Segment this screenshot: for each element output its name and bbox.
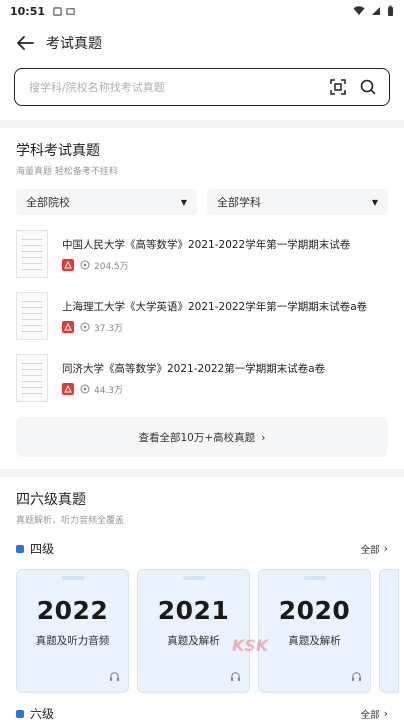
level4-all-label: 全部 xyxy=(360,544,380,556)
cet4-cards: 2022 真题及听力音频 2021 真题及解析 2020 真题及解析 xyxy=(16,569,399,693)
eye-icon xyxy=(80,384,90,394)
pdf-icon xyxy=(62,383,74,395)
paper-title: 上海理工大学《大学英语》2021-2022学年第一学期期末试卷a卷 xyxy=(62,300,368,313)
level6-all-label: 全部 xyxy=(360,709,380,720)
arrow-left-icon xyxy=(17,36,34,50)
paper-list: 中国人民大学《高等数学》2021-2022学年第一学期期末试卷 204.5万 上… xyxy=(16,223,388,409)
chevron-right-icon: › xyxy=(383,707,388,720)
paper-title: 中国人民大学《高等数学》2021-2022学年第一学期期末试卷 xyxy=(62,238,351,251)
paper-thumbnail xyxy=(16,354,48,402)
section-title: 学科考试真题 xyxy=(16,143,100,159)
status-time: 10:51 xyxy=(10,4,46,18)
search-icon xyxy=(360,79,376,95)
chevron-right-icon: › xyxy=(383,542,388,555)
chevron-right-icon: › xyxy=(261,430,266,444)
caret-down-icon: ▼ xyxy=(371,197,378,207)
card-year: 2022 xyxy=(36,596,109,625)
level-dot-icon xyxy=(16,544,24,553)
app-header: 考试真题 xyxy=(0,22,404,64)
paper-title: 同济大学《高等数学》2021-2022第一学期期末试卷a卷 xyxy=(62,362,326,375)
school-filter-label: 全部院校 xyxy=(26,196,70,209)
subject-filter-label: 全部学科 xyxy=(217,196,261,209)
level4-title: 四级 xyxy=(30,542,55,556)
search-box xyxy=(14,68,390,106)
eye-icon xyxy=(80,322,90,332)
school-filter-dropdown[interactable]: 全部院校 ▼ xyxy=(16,189,197,215)
caret-down-icon: ▼ xyxy=(180,197,187,207)
card-label: 真题及听力音频 xyxy=(35,635,110,647)
level6-header: 六级 全部 › xyxy=(16,705,388,720)
level6-title: 六级 xyxy=(30,707,55,720)
section-title: 四六级真题 xyxy=(16,492,86,508)
notification-icon xyxy=(53,6,62,16)
level-dot-icon xyxy=(16,709,24,718)
headphones-icon xyxy=(351,667,362,686)
paper-item[interactable]: 上海理工大学《大学英语》2021-2022学年第一学期期末试卷a卷 37.3万 xyxy=(16,285,388,347)
search-container xyxy=(0,64,404,120)
level4-all-link[interactable]: 全部 › xyxy=(361,542,388,556)
exam-year-card[interactable]: 2020 真题及解析 xyxy=(258,569,371,693)
paper-item[interactable]: 同济大学《高等数学》2021-2022第一学期期末试卷a卷 44.3万 xyxy=(16,347,388,409)
card-year: 2020 xyxy=(278,596,351,625)
subject-papers-section: 学科考试真题 海量真题 轻松备考不挂科 全部院校 ▼ 全部学科 ▼ 中国人民大学… xyxy=(0,128,404,469)
headphones-icon xyxy=(230,667,241,686)
view-all-label: 查看全部10万+高校真题 xyxy=(138,431,256,444)
filter-bar: 全部院校 ▼ 全部学科 ▼ xyxy=(16,189,388,215)
paper-views: 204.5万 xyxy=(94,261,129,272)
headphones-icon xyxy=(109,667,120,686)
card-year: 2021 xyxy=(157,596,230,625)
section-subtitle: 海量真题 轻松备考不挂科 xyxy=(16,167,118,177)
battery-icon xyxy=(388,5,393,16)
pdf-icon xyxy=(62,321,74,333)
search-button[interactable] xyxy=(357,76,379,98)
level6-all-link[interactable]: 全部 › xyxy=(361,707,388,720)
page-title: 考试真题 xyxy=(46,36,102,52)
paper-thumbnail xyxy=(16,292,48,340)
signal-icon xyxy=(372,7,380,15)
pdf-icon xyxy=(62,259,74,271)
exam-year-card[interactable]: 2021 真题及解析 xyxy=(137,569,250,693)
paper-item[interactable]: 中国人民大学《高等数学》2021-2022学年第一学期期末试卷 204.5万 xyxy=(16,223,388,285)
cet-section: 四六级真题 真题解析，听力音频全覆盖 四级 全部 › 2022 真题及听力音频 … xyxy=(0,477,404,720)
search-input[interactable] xyxy=(29,80,319,94)
mail-icon xyxy=(66,7,75,15)
exam-year-card[interactable]: 2022 真题及听力音频 xyxy=(16,569,129,693)
paper-views: 44.3万 xyxy=(94,385,124,396)
eye-icon xyxy=(80,260,90,270)
paper-thumbnail xyxy=(16,230,48,278)
section-subtitle: 真题解析，听力音频全覆盖 xyxy=(16,516,125,526)
wifi-icon xyxy=(353,6,365,15)
exam-year-card-peek[interactable] xyxy=(379,569,399,693)
card-label: 真题及解析 xyxy=(288,635,341,647)
status-notification-icons xyxy=(53,6,75,16)
view-all-papers-button[interactable]: 查看全部10万+高校真题 › xyxy=(16,417,388,457)
level4-header: 四级 全部 › xyxy=(16,540,388,557)
watermark-logo: KSK xyxy=(232,636,269,655)
paper-views: 37.3万 xyxy=(94,323,124,334)
back-button[interactable] xyxy=(14,32,36,54)
scan-button[interactable] xyxy=(327,76,349,98)
status-bar: 10:51 xyxy=(0,0,404,22)
subject-filter-dropdown[interactable]: 全部学科 ▼ xyxy=(207,189,388,215)
scan-icon xyxy=(330,79,346,95)
